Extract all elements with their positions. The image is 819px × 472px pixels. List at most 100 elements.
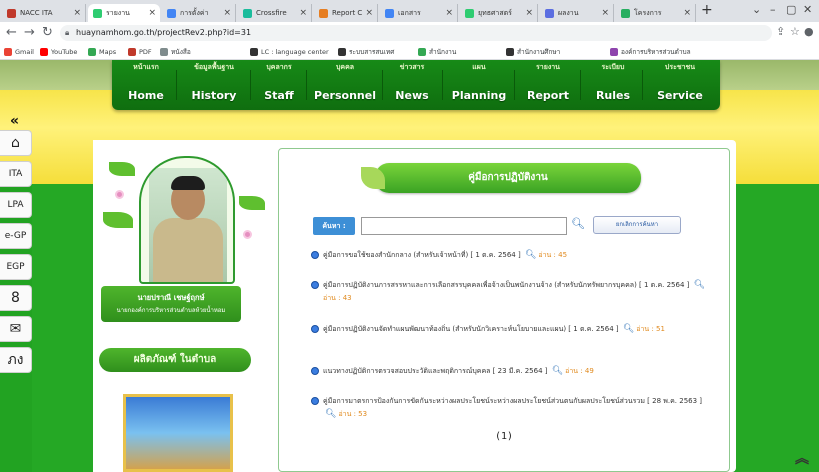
bookmark-item[interactable]: องค์การบริหารส่วนตำบล	[610, 46, 691, 58]
document-item[interactable]: แนวทางปฏิบัติการตรวจสอบประวัติและพฤติการ…	[311, 365, 711, 378]
bookmark-item[interactable]: LC : language center	[250, 46, 329, 58]
back-icon[interactable]: ←	[6, 25, 17, 40]
maximize-icon[interactable]: ▢	[786, 3, 796, 16]
tab-search-icon[interactable]: ⌄	[752, 3, 761, 16]
new-tab-button[interactable]: +	[701, 2, 713, 18]
browser-toolbar: ← → ↻ 🔒︎ huaynamhom.go.th/projectRev2.ph…	[0, 22, 819, 44]
nav-item-service[interactable]: ประชาชน Service	[646, 60, 714, 110]
nav-divider	[580, 70, 581, 100]
sidebar-lpa-link[interactable]: LPA	[0, 192, 32, 218]
close-tab-icon[interactable]: ×	[683, 4, 691, 22]
page-indicator[interactable]: (1)	[495, 431, 513, 442]
view-count-icon: 🔍︎	[693, 280, 706, 290]
bookmark-favicon-icon	[250, 48, 258, 56]
document-item[interactable]: คู่มือการปฏิบัติงานการสรรหาและการเลือกสร…	[311, 279, 711, 305]
document-item[interactable]: คู่มือการขอใช้ของสำนักกลาง (สำหรับเจ้าหน…	[311, 249, 711, 262]
browser-tab[interactable]: เอกสาร ×	[380, 4, 458, 22]
quick-links-sidebar: ⌂ ITA LPA e-GP EGP 8 ✉ ภง	[0, 130, 32, 378]
browser-tab[interactable]: รายงาน ×	[88, 4, 160, 22]
sidebar-mail-icon[interactable]: ✉	[0, 316, 32, 342]
url-text: huaynamhom.go.th/projectRev2.php?id=31	[76, 28, 252, 37]
document-bullet-icon	[311, 281, 319, 289]
bookmark-item[interactable]: Maps	[88, 46, 116, 58]
search-input[interactable]	[361, 217, 567, 235]
bookmark-item[interactable]: Gmail	[4, 46, 34, 58]
search-icon[interactable]: 🔍︎	[571, 217, 585, 230]
mayor-position: นายกองค์การบริหารส่วนตำบลห้วยน้ำหอม	[116, 307, 226, 314]
forward-icon[interactable]: →	[24, 25, 35, 40]
document-title[interactable]: คู่มือการขอใช้ของสำนักกลาง (สำหรับเจ้าหน…	[323, 251, 521, 259]
nav-item-rules[interactable]: ระเบียบ Rules	[586, 60, 640, 110]
products-heading[interactable]: ผลิตภัณฑ์ ในตำบล	[99, 348, 251, 372]
nav-item-personnel[interactable]: บุคคล Personnel	[310, 60, 380, 110]
address-bar[interactable]: 🔒︎ huaynamhom.go.th/projectRev2.php?id=3…	[60, 25, 772, 41]
sidebar-egp-logo-icon[interactable]: EGP	[0, 254, 32, 280]
tab-favicon-icon	[7, 9, 16, 18]
view-count-icon: 🔍︎	[622, 324, 635, 334]
scroll-to-top-icon[interactable]: ︽	[795, 448, 809, 468]
browser-tab[interactable]: Crossfire ×	[238, 4, 312, 22]
close-tab-icon[interactable]: ×	[73, 4, 81, 22]
document-title[interactable]: คู่มือการมาตรการป้องกันการขัดกันระหว่างผ…	[323, 397, 702, 405]
nav-item-label: Home	[128, 89, 164, 102]
sidebar-person-icon[interactable]: 8	[0, 285, 32, 311]
browser-tab[interactable]: ผลงาน ×	[540, 4, 614, 22]
share-icon[interactable]: ⇪	[776, 25, 785, 38]
reload-icon[interactable]: ↻	[42, 25, 53, 40]
browser-tab[interactable]: Report C ×	[314, 4, 378, 22]
uniform-shape	[153, 218, 223, 282]
profile-icon[interactable]: ●	[804, 25, 814, 38]
cancel-search-button[interactable]: ยกเลิกการค้นหา	[593, 216, 681, 234]
bookmark-item[interactable]: PDF	[128, 46, 152, 58]
bookmark-item[interactable]: สำนักงาน	[418, 46, 456, 58]
product-image[interactable]	[123, 394, 233, 472]
bookmark-item[interactable]: ระบบสารสนเทศ	[338, 46, 394, 58]
tab-label: ผลงาน	[558, 9, 579, 17]
bookmarks-bar: Gmail YouTube Maps PDF หนังสือ LC : language …	[0, 44, 819, 60]
bookmark-label: ระบบสารสนเทศ	[349, 48, 395, 56]
close-tab-icon[interactable]: ×	[601, 4, 609, 22]
nav-item-label: Staff	[264, 89, 294, 102]
collapse-sidebar-icon[interactable]: «	[10, 113, 19, 129]
nav-item-report[interactable]: รายงาน Report	[518, 60, 578, 110]
bookmark-star-icon[interactable]: ☆	[790, 25, 800, 38]
hair-shape	[171, 176, 205, 190]
sidebar-home-icon[interactable]: ⌂	[0, 130, 32, 156]
read-count: อ่าน : 53	[338, 410, 368, 418]
close-tab-icon[interactable]: ×	[299, 4, 307, 22]
bookmark-favicon-icon	[128, 48, 136, 56]
document-title[interactable]: คู่มือการปฏิบัติงานจัดทำแผนพัฒนาท้องถิ่น…	[323, 325, 619, 333]
nav-item-news[interactable]: ข่าวสาร News	[384, 60, 440, 110]
close-tab-icon[interactable]: ×	[148, 4, 156, 22]
close-tab-icon[interactable]: ×	[365, 4, 373, 22]
browser-tab[interactable]: การตั้งค่า ×	[162, 4, 236, 22]
nav-item-home[interactable]: หน้าแรก Home	[118, 60, 174, 110]
sidebar-translate-icon[interactable]: ภง	[0, 347, 32, 373]
nav-item-history[interactable]: ข้อมูลพื้นฐาน History	[180, 60, 248, 110]
document-title[interactable]: คู่มือการปฏิบัติงานการสรรหาและการเลือกสร…	[323, 281, 689, 289]
bookmark-item[interactable]: หนังสือ	[160, 46, 191, 58]
bookmark-item[interactable]: YouTube	[40, 46, 77, 58]
bookmark-item[interactable]: สำนักงานศึกษา	[506, 46, 560, 58]
document-item[interactable]: คู่มือการปฏิบัติงานจัดทำแผนพัฒนาท้องถิ่น…	[311, 323, 711, 336]
close-tab-icon[interactable]: ×	[445, 4, 453, 22]
right-green-background	[736, 184, 819, 472]
close-window-icon[interactable]: ✕	[803, 3, 812, 16]
document-title[interactable]: แนวทางปฏิบัติการตรวจสอบประวัติและพฤติการ…	[323, 367, 548, 375]
close-tab-icon[interactable]: ×	[223, 4, 231, 22]
browser-tab[interactable]: NACC ITA ×	[2, 4, 86, 22]
minimize-icon[interactable]: –	[770, 3, 776, 16]
top-navigation: หน้าแรก Home ข้อมูลพื้นฐาน History บุคลากร St…	[112, 60, 720, 110]
sidebar-ita-link[interactable]: ITA	[0, 161, 32, 187]
nav-item-thai-label: ระเบียบ	[601, 63, 625, 71]
nav-item-planning[interactable]: แผน Planning	[446, 60, 512, 110]
nav-item-label: Personnel	[314, 89, 376, 102]
close-tab-icon[interactable]: ×	[525, 4, 533, 22]
bookmark-favicon-icon	[338, 48, 346, 56]
read-count: อ่าน : 51	[636, 325, 665, 333]
nav-item-staff[interactable]: บุคลากร Staff	[254, 60, 304, 110]
document-item[interactable]: คู่มือการมาตรการป้องกันการขัดกันระหว่างผ…	[311, 395, 711, 421]
browser-tab[interactable]: โครงการ ×	[616, 4, 696, 22]
sidebar-egp-link[interactable]: e-GP	[0, 223, 32, 249]
browser-tab[interactable]: ยุทธศาสตร์ ×	[460, 4, 538, 22]
